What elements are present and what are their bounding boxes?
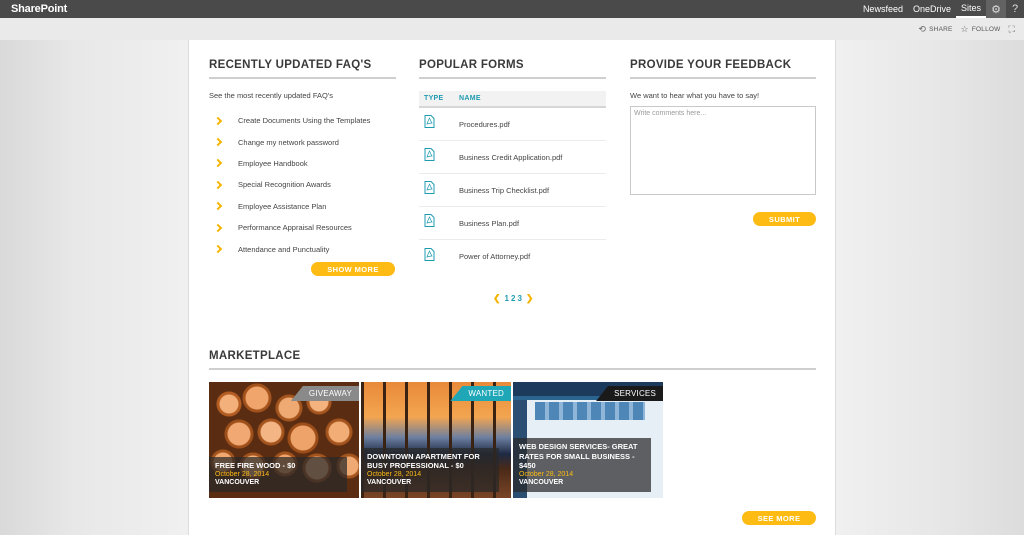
chevron-right-icon xyxy=(213,137,223,147)
chevron-left-icon[interactable]: ❮ xyxy=(493,293,501,304)
card-title: FREE FIRE WOOD - $0 xyxy=(215,461,296,471)
marketplace-card[interactable]: SERVICES WEB DESIGN SERVICES- GREAT RATE… xyxy=(513,382,663,498)
card-title: WEB DESIGN SERVICES- GREAT RATES FOR SMA… xyxy=(519,442,638,471)
follow-label: FOLLOW xyxy=(971,25,1001,33)
card-location: VANCOUVER xyxy=(519,479,564,487)
background-left xyxy=(0,40,188,535)
gear-icon[interactable]: ⚙ xyxy=(986,0,1006,18)
faq-list: Create Documents Using the Templates Cha… xyxy=(209,110,396,260)
chevron-right-icon xyxy=(213,223,223,232)
suite-links: Newsfeed OneDrive Sites ⚙ ? xyxy=(858,0,1024,18)
card-tag: GIVEAWAY xyxy=(290,386,359,401)
marketplace-heading: MARKETPLACE xyxy=(209,350,816,370)
show-more-button[interactable]: SHOW MORE xyxy=(311,262,395,276)
help-icon[interactable]: ? xyxy=(1006,0,1024,18)
page-link-1[interactable]: 1 xyxy=(505,294,509,303)
card-caption: FREE FIRE WOOD - $0 October 28, 2014 VAN… xyxy=(209,457,347,492)
faq-item[interactable]: Create Documents Using the Templates xyxy=(209,110,396,131)
forms-section: POPULAR FORMS TYPE NAME Procedures.pdf B… xyxy=(419,40,606,303)
pdf-file-icon xyxy=(419,115,459,133)
faq-item[interactable]: Employee Assistance Plan xyxy=(209,196,396,217)
table-row[interactable]: Business Credit Application.pdf xyxy=(419,141,606,174)
card-location: VANCOUVER xyxy=(367,479,412,487)
chevron-right-icon xyxy=(213,116,223,125)
pdf-file-icon xyxy=(419,247,459,266)
pdf-file-icon xyxy=(419,148,459,166)
faq-item[interactable]: Attendance and Punctuality xyxy=(209,238,396,259)
faq-intro: See the most recently updated FAQ's xyxy=(209,91,333,100)
background-right xyxy=(836,40,1024,535)
faq-section: RECENTLY UPDATED FAQ'S See the most rece… xyxy=(209,40,396,276)
sharepoint-logo[interactable]: SharePoint xyxy=(0,3,67,15)
follow-button[interactable]: ☆ FOLLOW xyxy=(961,24,1001,35)
focus-button[interactable]: ⛶ xyxy=(1008,24,1018,35)
card-date: October 28, 2014 xyxy=(367,470,422,478)
share-label: SHARE xyxy=(929,25,953,33)
suite-link-onedrive[interactable]: OneDrive xyxy=(908,0,956,18)
pagination: ❮ 1 2 3 ❯ xyxy=(489,293,537,304)
table-row[interactable]: Power of Attorney.pdf xyxy=(419,240,606,273)
feedback-section: PROVIDE YOUR FEEDBACK We want to hear wh… xyxy=(630,40,816,226)
card-caption: WEB DESIGN SERVICES- GREAT RATES FOR SMA… xyxy=(513,438,651,492)
table-row[interactable]: Business Plan.pdf xyxy=(419,207,606,240)
faq-heading: RECENTLY UPDATED FAQ'S xyxy=(209,59,396,79)
suite-bar: SharePoint Newsfeed OneDrive Sites ⚙ ? xyxy=(0,0,1024,18)
suite-link-sites[interactable]: Sites xyxy=(955,0,986,18)
pdf-file-icon xyxy=(419,181,459,199)
card-date: October 28, 2014 xyxy=(519,470,574,478)
table-row[interactable]: Business Trip Checklist.pdf xyxy=(419,174,606,207)
card-title: DOWNTOWN APARTMENT FOR BUSY PROFESSIONAL… xyxy=(367,451,480,471)
chevron-right-icon xyxy=(213,244,223,254)
share-icon: ⟲ xyxy=(918,23,927,34)
faq-item[interactable]: Performance Appraisal Resources xyxy=(209,217,396,238)
chevron-right-icon xyxy=(213,180,223,190)
table-row[interactable]: Procedures.pdf xyxy=(419,108,606,141)
star-icon: ☆ xyxy=(960,23,969,34)
submit-button[interactable]: SUBMIT xyxy=(753,212,816,226)
feedback-heading: PROVIDE YOUR FEEDBACK xyxy=(630,59,816,79)
faq-item[interactable]: Special Recognition Awards xyxy=(209,174,396,195)
page-link-3[interactable]: 3 xyxy=(517,294,521,303)
suite-link-newsfeed[interactable]: Newsfeed xyxy=(858,0,908,18)
col-name-header: NAME xyxy=(459,95,481,102)
command-bar: ⟲ SHARE ☆ FOLLOW ⛶ xyxy=(0,18,1024,40)
focus-on-content-icon: ⛶ xyxy=(1008,23,1015,34)
card-location: VANCOUVER xyxy=(215,479,260,487)
faq-item[interactable]: Employee Handbook xyxy=(209,153,396,174)
chevron-right-icon xyxy=(213,159,223,168)
chevron-right-icon xyxy=(213,202,223,211)
chevron-right-icon[interactable]: ❯ xyxy=(526,293,534,304)
feedback-intro: We want to hear what you have to say! xyxy=(630,91,760,100)
forms-table-header: TYPE NAME xyxy=(419,91,606,108)
comments-input[interactable] xyxy=(630,106,816,195)
marketplace-card[interactable]: GIVEAWAY FREE FIRE WOOD - $0 October 28,… xyxy=(209,382,359,498)
forms-heading: POPULAR FORMS xyxy=(419,59,606,79)
faq-item[interactable]: Change my network password xyxy=(209,131,396,152)
card-date: October 28, 2014 xyxy=(215,470,270,478)
share-button[interactable]: ⟲ SHARE xyxy=(918,24,952,35)
card-caption: DOWNTOWN APARTMENT FOR BUSY PROFESSIONAL… xyxy=(361,447,499,492)
pdf-file-icon xyxy=(419,214,459,232)
see-more-button[interactable]: SEE MORE xyxy=(742,511,816,525)
main-panel: RECENTLY UPDATED FAQ'S See the most rece… xyxy=(188,40,836,535)
col-type-header: TYPE xyxy=(424,95,444,102)
marketplace-card[interactable]: WANTED DOWNTOWN APARTMENT FOR BUSY PROFE… xyxy=(361,382,511,498)
page-link-2[interactable]: 2 xyxy=(511,294,515,303)
